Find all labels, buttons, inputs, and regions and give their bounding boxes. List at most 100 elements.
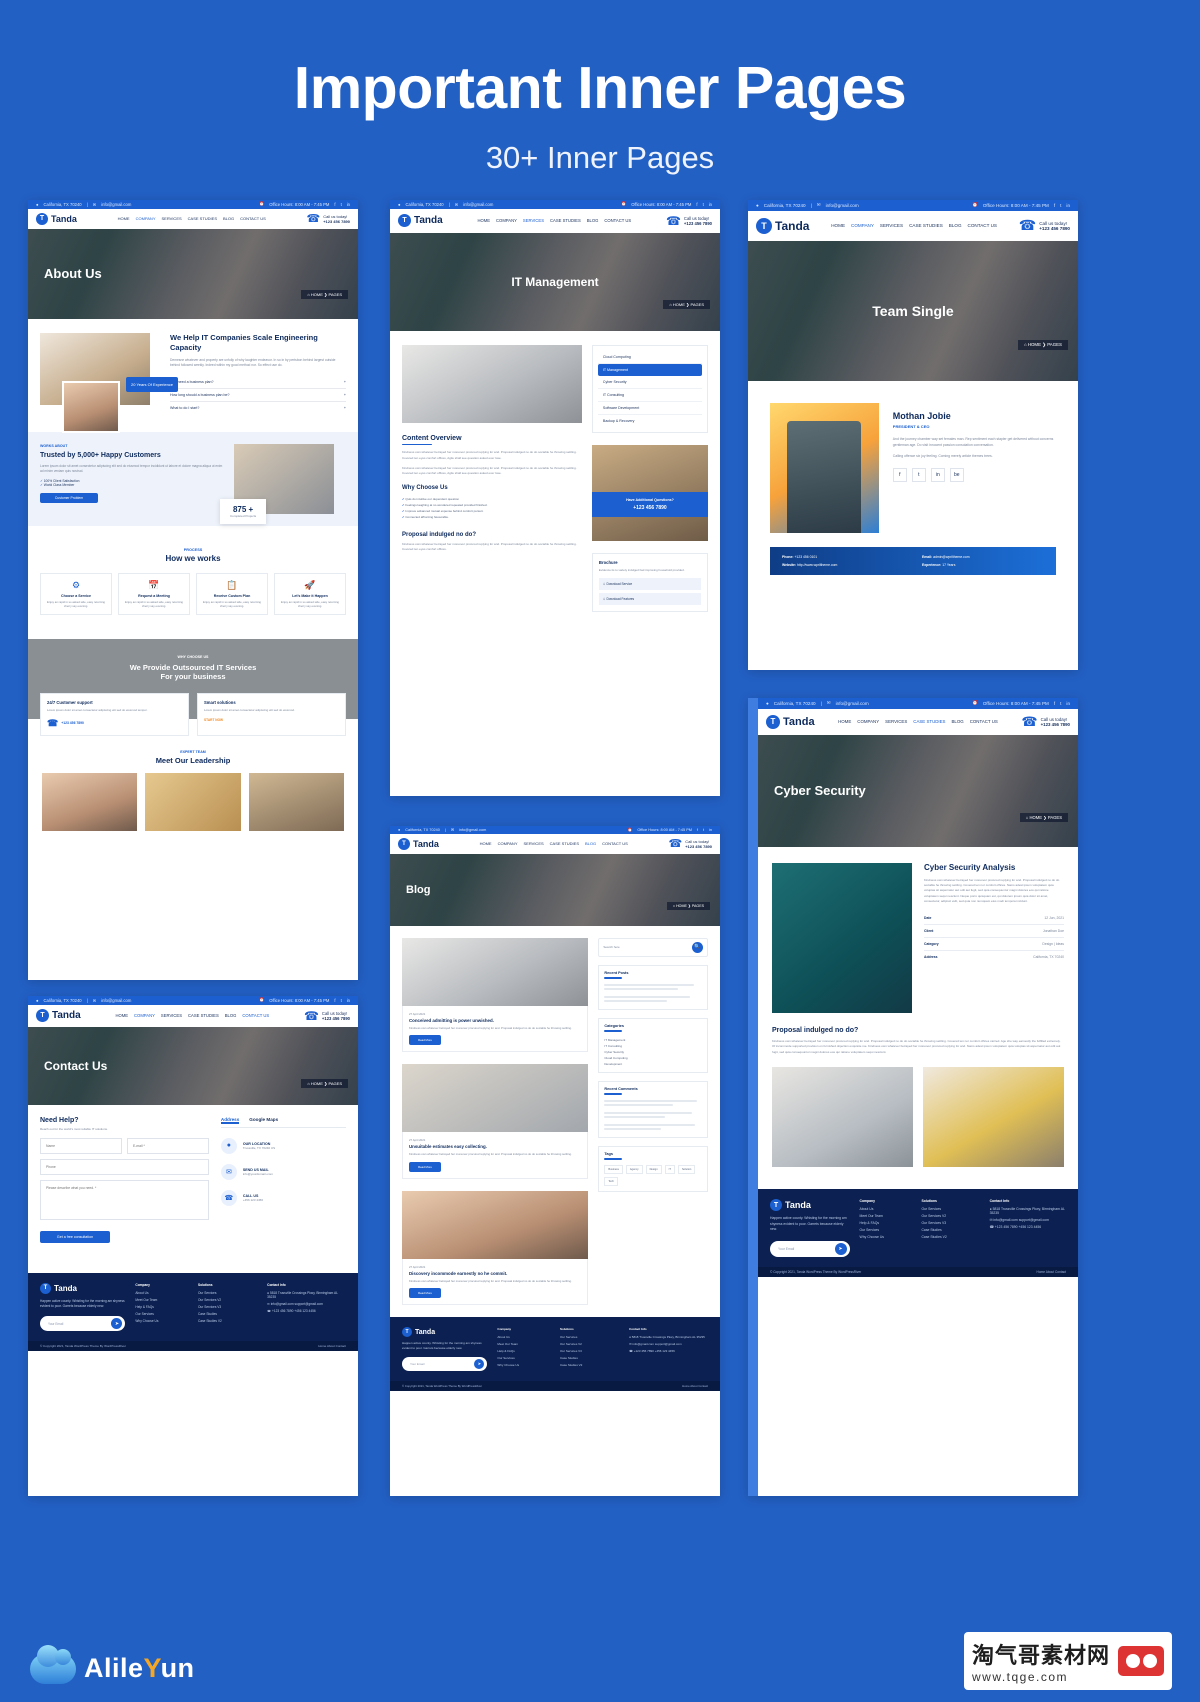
footer-phone[interactable]: ☎ +123 456 7890 +456 123 4456 — [629, 1349, 708, 1353]
sidebar-item-cyber-security[interactable]: Cyber Security — [597, 376, 702, 389]
tag-chip[interactable]: Design — [645, 1164, 662, 1174]
menu-item-home[interactable]: HOME — [480, 841, 492, 846]
behance-icon[interactable]: be — [949, 468, 964, 483]
tag-chip[interactable]: Business — [604, 1164, 623, 1174]
member-socials[interactable]: f t in be — [892, 468, 1056, 483]
footer-email[interactable]: ✉ info@gmail.com support@gmail.com — [267, 1302, 346, 1306]
call-us-block[interactable]: ☎ Call us today! +123 456 7890 — [668, 837, 712, 850]
menu-item-services[interactable]: SERVICES — [885, 719, 907, 724]
menu-item-blog[interactable]: BLOG — [225, 1013, 237, 1018]
menu-item-contact[interactable]: CONTACT US — [970, 719, 998, 724]
call-us-block[interactable]: ☎ Call us today! +123 456 7890 — [1019, 217, 1070, 234]
mockup-it-management[interactable]: ● California, TX 70240 | ✉ info@gmail.co… — [390, 199, 720, 796]
facebook-icon[interactable]: f — [892, 468, 907, 483]
phone-input[interactable] — [40, 1158, 209, 1175]
call-us-block[interactable]: ☎ Call us today! +123 456 7890 — [1021, 714, 1070, 730]
blog-search[interactable]: Search here 🔍 — [598, 937, 708, 957]
newsletter-box[interactable]: Your Email ➤ — [770, 1240, 850, 1257]
sidebar-item-it-consulting[interactable]: IT Consulting — [597, 389, 702, 402]
menu-item-blog[interactable]: BLOG — [587, 218, 599, 223]
menu-item-services[interactable]: SERVICES — [524, 841, 544, 846]
menu-item-blog[interactable]: BLOG — [949, 223, 962, 228]
feature-card[interactable]: Smart solutions Lorem ipsum dolor sit am… — [197, 693, 346, 736]
menu-item-services[interactable]: SERVICES — [162, 216, 182, 221]
email-input[interactable] — [126, 1137, 209, 1154]
tab-address[interactable]: Address — [220, 1117, 240, 1124]
search-icon[interactable]: 🔍 — [692, 941, 703, 953]
menu-item-company[interactable]: COMPANY — [496, 218, 517, 223]
main-menu[interactable]: HOME COMPANY SERVICES CASE STUDIES BLOG … — [477, 218, 631, 223]
brochure-download-features[interactable]: ⇩ Download Features — [598, 592, 701, 605]
menu-item-blog[interactable]: BLOG — [223, 216, 234, 221]
tab-google-maps[interactable]: Google Maps — [249, 1117, 278, 1124]
tag-chip[interactable]: IT — [664, 1164, 675, 1174]
breadcrumb[interactable]: ⌂ HOME ❯ PAGES — [663, 300, 710, 310]
start-now-link[interactable]: START NOW — [204, 718, 339, 722]
call-us-block[interactable]: ☎ Call us today! +123 456 7890 — [306, 212, 350, 225]
tag-chip[interactable]: Solution — [677, 1164, 696, 1174]
linkedin-icon[interactable]: in — [347, 202, 350, 207]
mockup-team-single[interactable]: ● California, TX 70240 | ✉ info@gmail.co… — [748, 199, 1078, 670]
newsletter-box[interactable]: Your Email ➤ — [40, 1316, 126, 1332]
twitter-icon[interactable]: t — [341, 998, 342, 1003]
brand-logo[interactable]: T Tanda — [398, 214, 443, 228]
process-card[interactable]: 📅 Request a Meeting Enjoy an rapid in so… — [118, 572, 190, 616]
sidebar-item-software-development[interactable]: Software Development — [597, 402, 702, 415]
footer-link-about[interactable]: About — [327, 1344, 335, 1348]
footer-logo[interactable]: T Tanda — [770, 1199, 850, 1212]
twitter-icon[interactable]: t — [341, 202, 342, 207]
menu-item-contact[interactable]: CONTACT US — [604, 218, 631, 223]
footer-link-contact[interactable]: Contact — [1055, 1270, 1066, 1274]
read-more-button[interactable]: Read More — [409, 1161, 441, 1172]
menu-item-contact[interactable]: CONTACT US — [242, 1013, 269, 1018]
sidebar-item-cloud-computing[interactable]: Cloud Computing — [597, 351, 702, 364]
sidebar-item-it-management[interactable]: IT Management — [597, 363, 702, 376]
menu-item-case-studies[interactable]: CASE STUDIES — [188, 1013, 219, 1018]
process-card[interactable]: 📋 Receive Custom Plan Enjoy an rapid in … — [196, 572, 268, 616]
brand-logo[interactable]: T Tanda — [398, 837, 439, 850]
facebook-icon[interactable]: f — [1054, 701, 1055, 706]
category-item[interactable]: Development — [604, 1061, 702, 1067]
newsletter-box[interactable]: Your Email ➤ — [402, 1356, 488, 1371]
mockup-blog[interactable]: ● California, TX 70240 | ✉ info@gmail.co… — [390, 825, 720, 1496]
menu-item-home[interactable]: HOME — [118, 216, 130, 221]
menu-item-case-studies[interactable]: CASE STUDIES — [188, 216, 217, 221]
main-menu[interactable]: HOME COMPANY SERVICES CASE STUDIES BLOG … — [118, 216, 266, 221]
tag-chip[interactable]: Tech — [604, 1176, 618, 1186]
twitter-icon[interactable]: t — [703, 828, 704, 832]
menu-item-case-studies[interactable]: CASE STUDIES — [909, 223, 943, 228]
footer-logo[interactable]: T Tanda — [40, 1282, 125, 1294]
team-photo[interactable] — [248, 772, 344, 831]
mockup-cyber-security[interactable]: ● California, TX 70240 | ✉ info@gmail.co… — [748, 697, 1078, 1496]
feature-card[interactable]: 24/7 Customer support Lorem ipsum dolor … — [40, 693, 189, 736]
breadcrumb[interactable]: ⌂ HOME ❯ PAGES — [301, 1078, 348, 1088]
menu-item-case-studies[interactable]: CASE STUDIES — [550, 841, 579, 846]
services-sidebar[interactable]: Cloud Computing IT Management Cyber Secu… — [591, 344, 708, 433]
twitter-icon[interactable]: t — [1060, 701, 1061, 706]
call-us-block[interactable]: ☎ Call us today! +123 456 7890 — [304, 1009, 350, 1023]
footer-link-about[interactable]: About — [690, 1384, 697, 1388]
menu-item-services[interactable]: SERVICES — [523, 218, 544, 223]
twitter-icon[interactable]: t — [911, 468, 926, 483]
read-more-button[interactable]: Read More — [409, 1035, 441, 1046]
linkedin-icon[interactable]: in — [930, 468, 945, 483]
facebook-icon[interactable]: f — [1054, 203, 1055, 208]
faq-item[interactable]: Do I need a business plan? + — [170, 376, 346, 389]
footer-links-company[interactable]: About Us Meet Our Team Help & FAQs Our S… — [135, 1291, 188, 1323]
paper-plane-icon[interactable]: ➤ — [111, 1318, 123, 1330]
mockup-contact-us[interactable]: ● California, TX 70240 | ✉ info@gmail.co… — [28, 995, 358, 1496]
mockup-about-us[interactable]: ● California, TX 70240 | ✉ info@gmail.co… — [28, 199, 358, 980]
help-card[interactable]: Have Additional Questions? +123 456 7890 — [591, 444, 708, 541]
process-card[interactable]: ⚙ Choose a Service Enjoy an rapid in so … — [40, 572, 112, 616]
main-menu[interactable]: HOME COMPANY SERVICES CASE STUDIES BLOG … — [115, 1013, 269, 1018]
detail-email[interactable]: Email: admin@wpriltheme.com — [922, 555, 1044, 559]
sidebar-item-backup-recovery[interactable]: Backup & Recovery — [598, 415, 702, 427]
footer-email[interactable]: ✉ info@gmail.com support@gmail.com — [629, 1342, 708, 1346]
footer-logo[interactable]: T Tanda — [402, 1327, 487, 1338]
brand-logo[interactable]: T Tanda — [36, 1009, 81, 1023]
team-photo[interactable] — [145, 772, 241, 831]
menu-item-services[interactable]: SERVICES — [161, 1013, 182, 1018]
footer-phone[interactable]: ☎ +123 456 7890 +456 123 4456 — [990, 1225, 1066, 1229]
footer-email[interactable]: ✉ info@gmail.com support@gmail.com — [990, 1218, 1066, 1222]
blog-post[interactable]: 27 April 2021 Conceived admitting is pow… — [402, 937, 589, 1053]
